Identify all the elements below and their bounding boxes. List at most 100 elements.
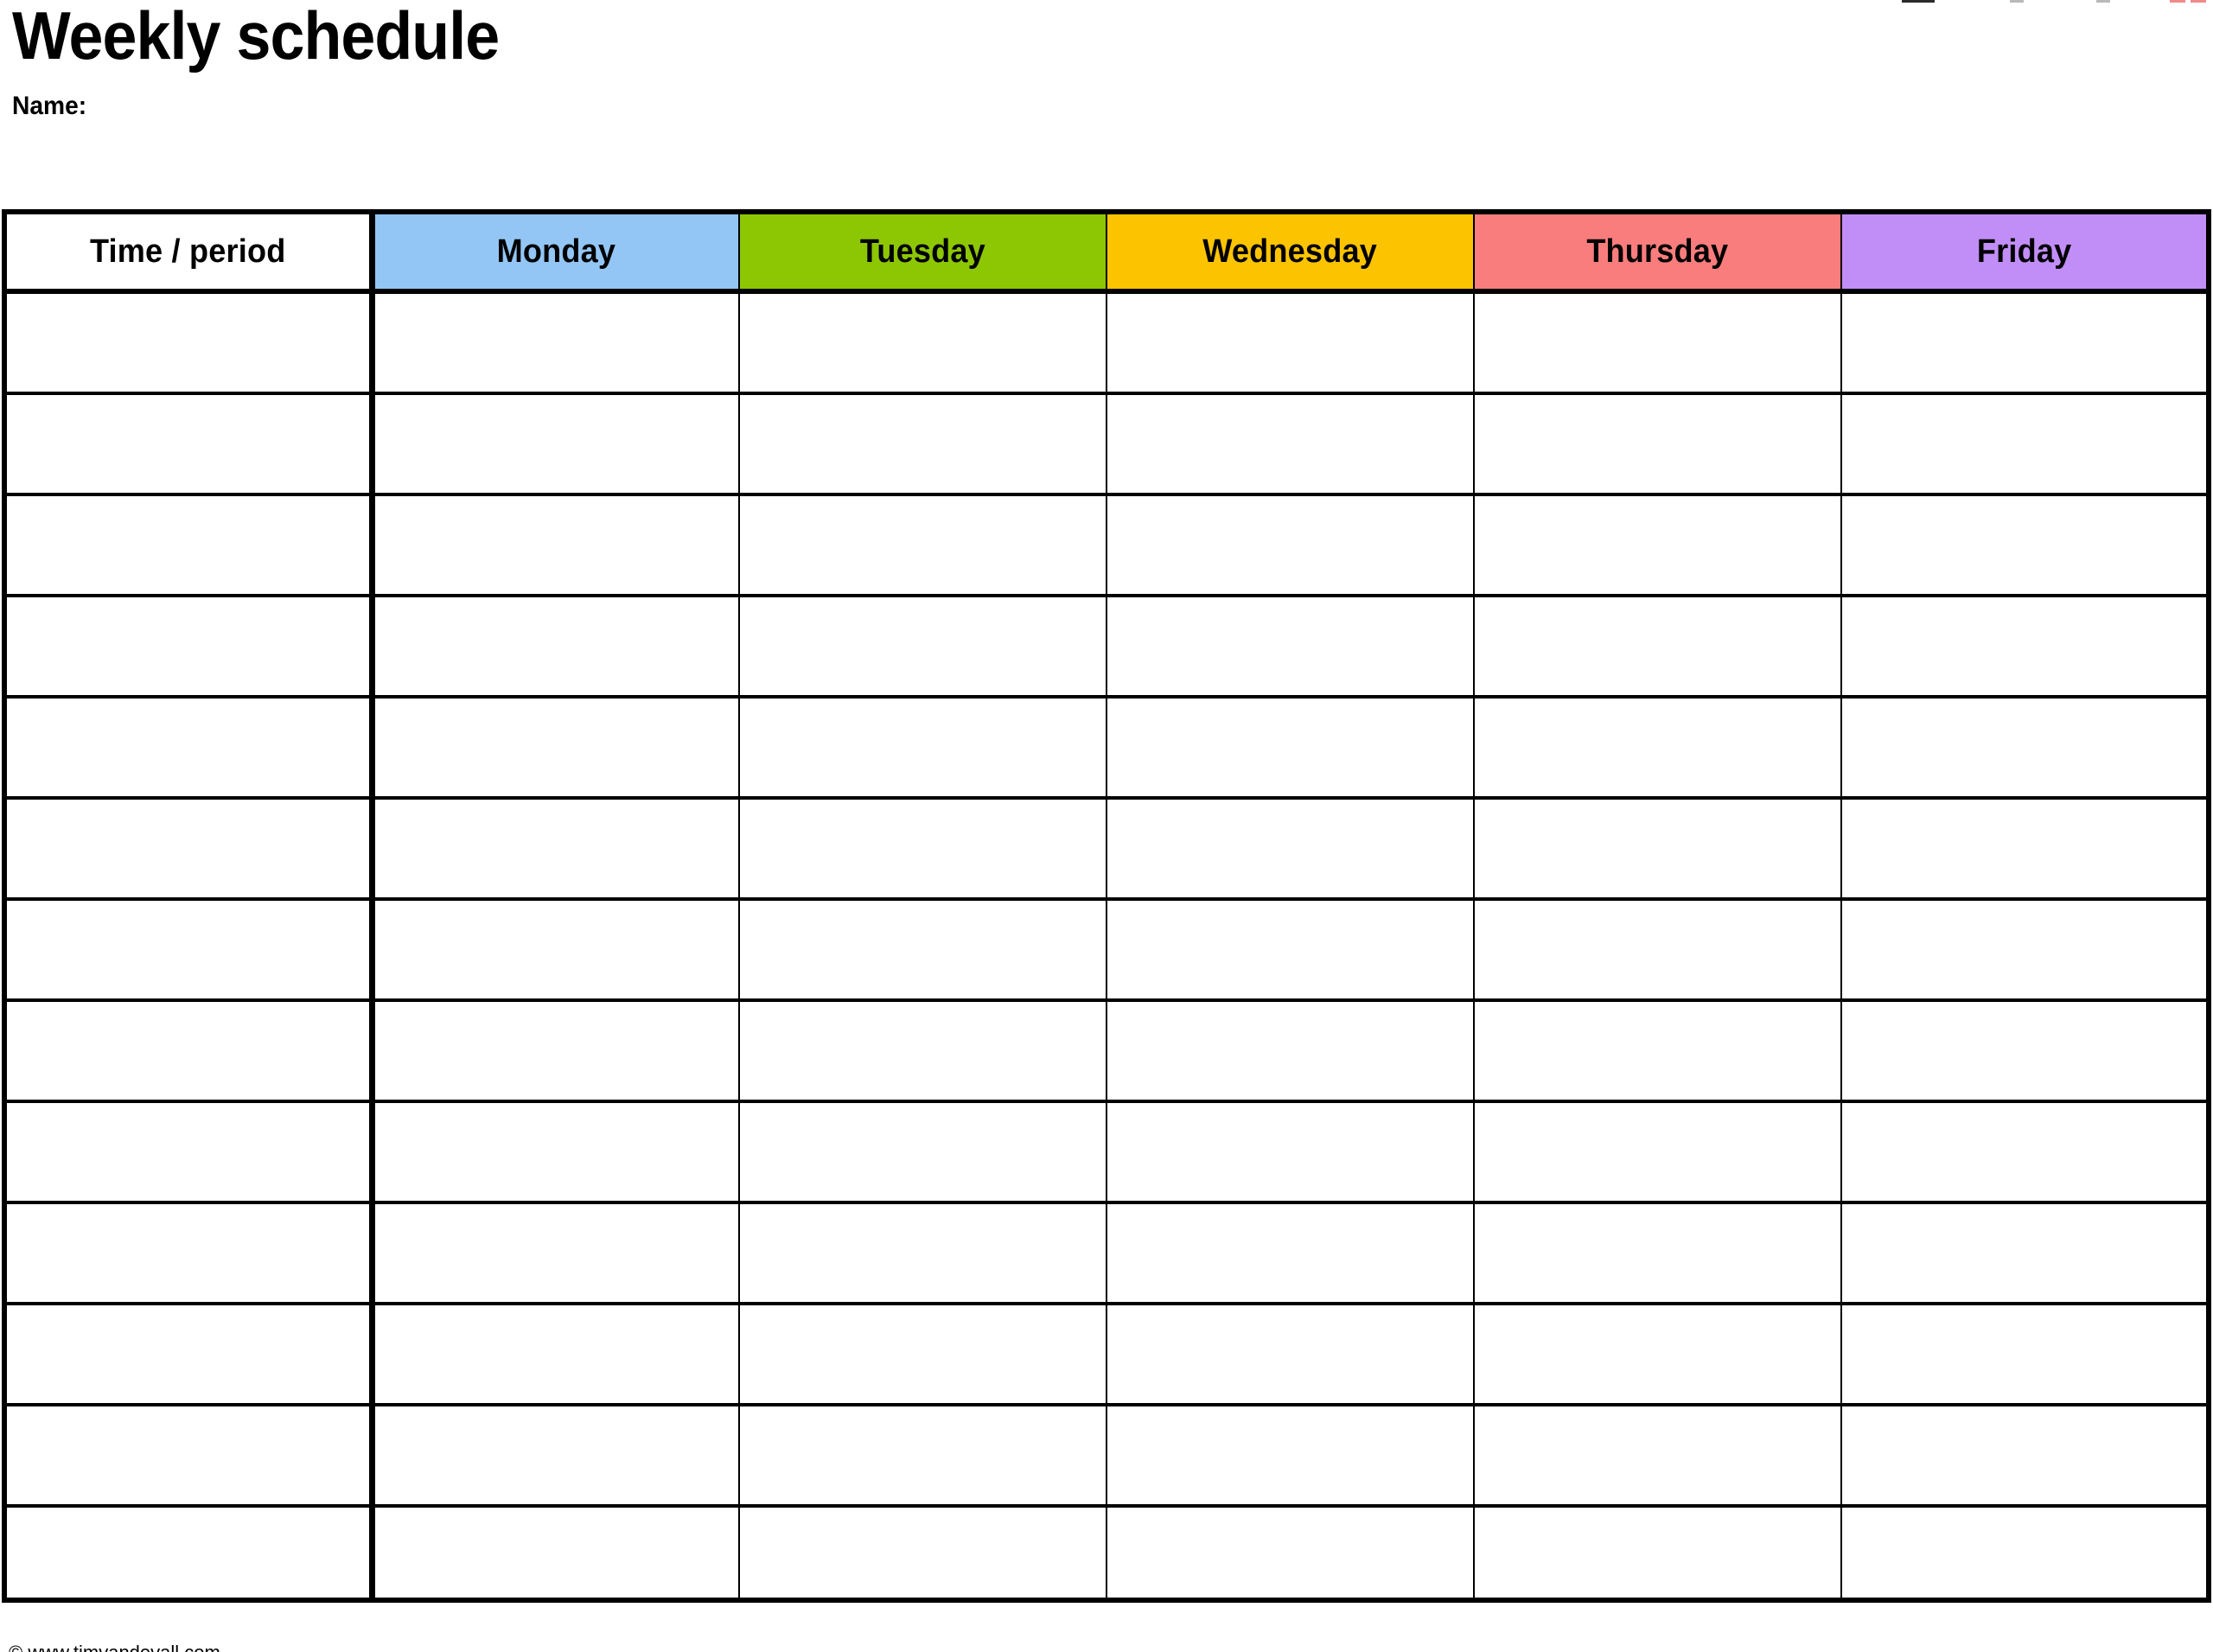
schedule-cell-tuesday[interactable] bbox=[738, 291, 1107, 393]
schedule-cell-thursday[interactable] bbox=[1473, 1100, 1842, 1202]
table-row bbox=[3, 392, 2210, 494]
column-header-thursday[interactable]: Thursday bbox=[1473, 212, 1842, 294]
schedule-cell-tuesday[interactable] bbox=[738, 1201, 1107, 1304]
time-period-cell[interactable] bbox=[3, 1302, 375, 1405]
schedule-cell-monday[interactable] bbox=[371, 1504, 740, 1600]
column-header-label: Time / period bbox=[90, 233, 286, 270]
table-row bbox=[3, 291, 2210, 393]
schedule-cell-monday[interactable] bbox=[371, 998, 740, 1101]
schedule-cell-tuesday[interactable] bbox=[738, 392, 1107, 494]
schedule-cell-tuesday[interactable] bbox=[738, 897, 1107, 1000]
schedule-cell-monday[interactable] bbox=[371, 1403, 740, 1506]
table-body bbox=[3, 291, 2210, 1600]
schedule-cell-thursday[interactable] bbox=[1473, 998, 1842, 1101]
column-header-wednesday[interactable]: Wednesday bbox=[1106, 212, 1475, 294]
time-period-cell[interactable] bbox=[3, 291, 375, 393]
weekly-schedule-table-wrapper: Time / period Monday Tuesday Wednesday Thurs… bbox=[2, 209, 2211, 1603]
schedule-cell-friday[interactable] bbox=[1840, 594, 2210, 697]
table-row bbox=[3, 1403, 2210, 1506]
schedule-cell-thursday[interactable] bbox=[1473, 796, 1842, 899]
time-period-cell[interactable] bbox=[3, 998, 375, 1101]
schedule-cell-friday[interactable] bbox=[1840, 998, 2210, 1101]
schedule-cell-wednesday[interactable] bbox=[1106, 493, 1475, 596]
schedule-cell-friday[interactable] bbox=[1840, 1302, 2210, 1405]
table-row bbox=[3, 998, 2210, 1101]
schedule-cell-wednesday[interactable] bbox=[1106, 1504, 1475, 1600]
schedule-cell-wednesday[interactable] bbox=[1106, 1201, 1475, 1304]
schedule-cell-monday[interactable] bbox=[371, 291, 740, 393]
column-header-label: Monday bbox=[496, 233, 616, 270]
time-period-cell[interactable] bbox=[3, 1403, 375, 1506]
schedule-cell-wednesday[interactable] bbox=[1106, 1403, 1475, 1506]
schedule-cell-friday[interactable] bbox=[1840, 1201, 2210, 1304]
weekly-schedule-table: Time / period Monday Tuesday Wednesday Thurs… bbox=[2, 209, 2211, 1603]
schedule-cell-tuesday[interactable] bbox=[738, 1100, 1107, 1202]
schedule-cell-wednesday[interactable] bbox=[1106, 594, 1475, 697]
time-period-cell[interactable] bbox=[3, 796, 375, 899]
schedule-cell-friday[interactable] bbox=[1840, 493, 2210, 596]
schedule-cell-thursday[interactable] bbox=[1473, 291, 1842, 393]
schedule-cell-wednesday[interactable] bbox=[1106, 796, 1475, 899]
column-header-monday[interactable]: Monday bbox=[371, 212, 740, 294]
table-row bbox=[3, 1504, 2210, 1600]
schedule-cell-monday[interactable] bbox=[371, 1100, 740, 1202]
schedule-cell-tuesday[interactable] bbox=[738, 695, 1107, 798]
schedule-cell-wednesday[interactable] bbox=[1106, 291, 1475, 393]
schedule-cell-tuesday[interactable] bbox=[738, 998, 1107, 1101]
schedule-cell-friday[interactable] bbox=[1840, 695, 2210, 798]
schedule-cell-friday[interactable] bbox=[1840, 1504, 2210, 1600]
schedule-cell-monday[interactable] bbox=[371, 1302, 740, 1405]
column-header-friday[interactable]: Friday bbox=[1840, 212, 2210, 294]
schedule-cell-thursday[interactable] bbox=[1473, 897, 1842, 1000]
name-label: Name: bbox=[12, 92, 87, 120]
column-header-label: Wednesday bbox=[1202, 233, 1378, 270]
schedule-cell-wednesday[interactable] bbox=[1106, 1302, 1475, 1405]
table-row bbox=[3, 796, 2210, 899]
time-period-cell[interactable] bbox=[3, 594, 375, 697]
schedule-cell-friday[interactable] bbox=[1840, 291, 2210, 393]
schedule-cell-thursday[interactable] bbox=[1473, 392, 1842, 494]
schedule-cell-monday[interactable] bbox=[371, 796, 740, 899]
page-title: Weekly schedule bbox=[12, 0, 500, 73]
schedule-cell-tuesday[interactable] bbox=[738, 493, 1107, 596]
table-header: Time / period Monday Tuesday Wednesday Thurs… bbox=[3, 212, 2210, 294]
schedule-cell-friday[interactable] bbox=[1840, 897, 2210, 1000]
schedule-cell-thursday[interactable] bbox=[1473, 695, 1842, 798]
schedule-cell-monday[interactable] bbox=[371, 493, 740, 596]
time-period-cell[interactable] bbox=[3, 695, 375, 798]
schedule-cell-tuesday[interactable] bbox=[738, 796, 1107, 899]
column-header-time[interactable]: Time / period bbox=[3, 212, 375, 294]
schedule-cell-tuesday[interactable] bbox=[738, 1403, 1107, 1506]
time-period-cell[interactable] bbox=[3, 1100, 375, 1202]
time-period-cell[interactable] bbox=[3, 1201, 375, 1304]
schedule-cell-thursday[interactable] bbox=[1473, 594, 1842, 697]
schedule-cell-monday[interactable] bbox=[371, 897, 740, 1000]
schedule-cell-monday[interactable] bbox=[371, 392, 740, 494]
schedule-cell-wednesday[interactable] bbox=[1106, 1100, 1475, 1202]
schedule-cell-friday[interactable] bbox=[1840, 392, 2210, 494]
time-period-cell[interactable] bbox=[3, 1504, 375, 1600]
schedule-cell-thursday[interactable] bbox=[1473, 1201, 1842, 1304]
schedule-cell-friday[interactable] bbox=[1840, 796, 2210, 899]
schedule-cell-wednesday[interactable] bbox=[1106, 695, 1475, 798]
schedule-cell-monday[interactable] bbox=[371, 1201, 740, 1304]
schedule-cell-monday[interactable] bbox=[371, 594, 740, 697]
time-period-cell[interactable] bbox=[3, 392, 375, 494]
schedule-cell-thursday[interactable] bbox=[1473, 493, 1842, 596]
schedule-cell-friday[interactable] bbox=[1840, 1100, 2210, 1202]
schedule-cell-wednesday[interactable] bbox=[1106, 392, 1475, 494]
schedule-cell-tuesday[interactable] bbox=[738, 1504, 1107, 1600]
schedule-cell-friday[interactable] bbox=[1840, 1403, 2210, 1506]
schedule-cell-monday[interactable] bbox=[371, 695, 740, 798]
schedule-cell-tuesday[interactable] bbox=[738, 594, 1107, 697]
schedule-cell-wednesday[interactable] bbox=[1106, 998, 1475, 1101]
column-header-label: Friday bbox=[1976, 233, 2072, 270]
schedule-cell-wednesday[interactable] bbox=[1106, 897, 1475, 1000]
time-period-cell[interactable] bbox=[3, 493, 375, 596]
schedule-cell-thursday[interactable] bbox=[1473, 1302, 1842, 1405]
schedule-cell-tuesday[interactable] bbox=[738, 1302, 1107, 1405]
column-header-tuesday[interactable]: Tuesday bbox=[738, 212, 1107, 294]
schedule-cell-thursday[interactable] bbox=[1473, 1403, 1842, 1506]
time-period-cell[interactable] bbox=[3, 897, 375, 1000]
schedule-cell-thursday[interactable] bbox=[1473, 1504, 1842, 1600]
